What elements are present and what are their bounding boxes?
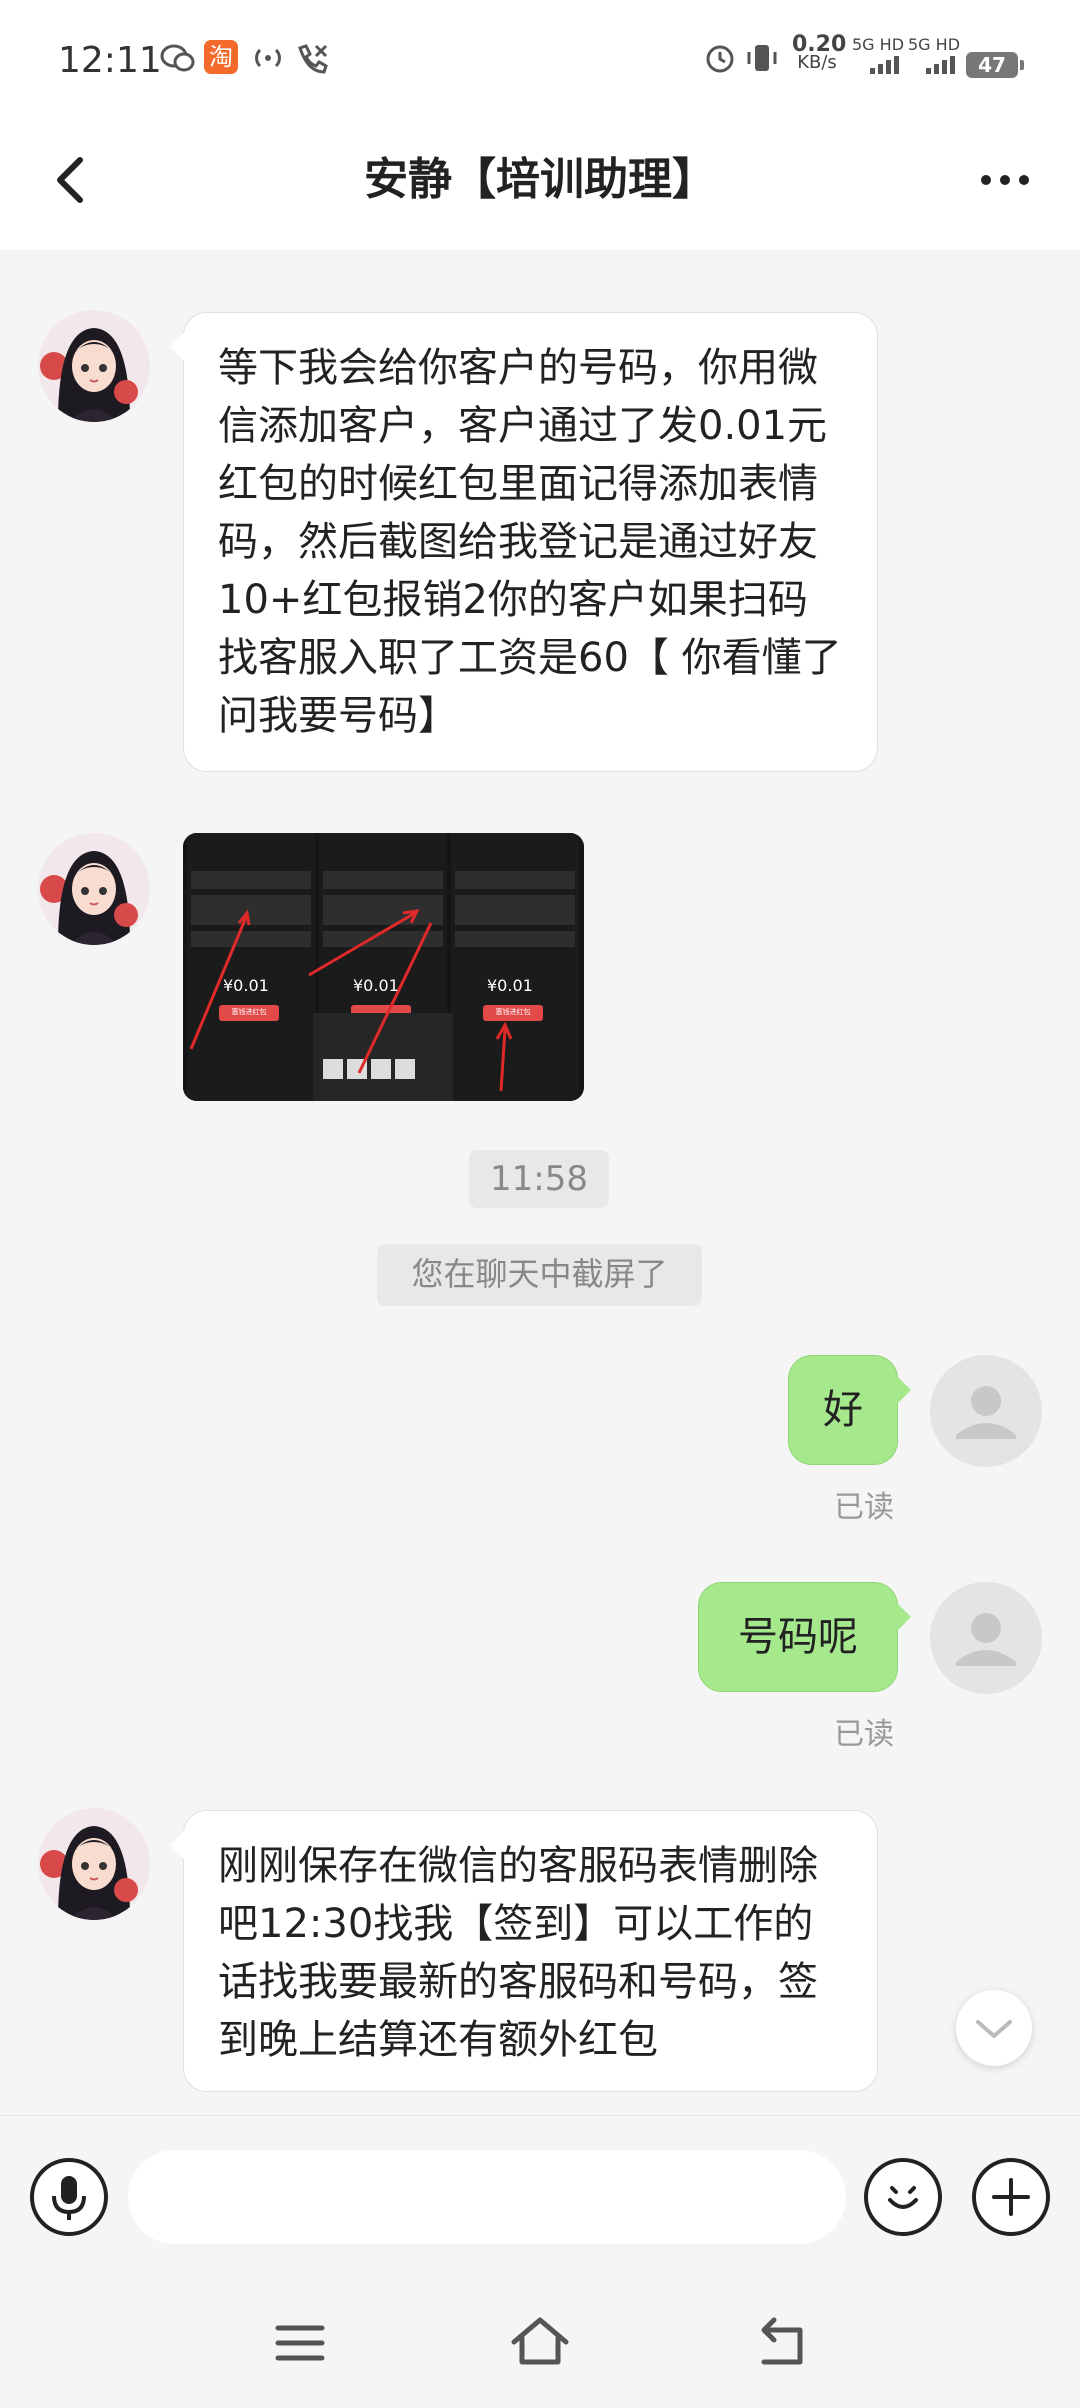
net-speed-unit: KB/s xyxy=(797,52,837,73)
chevron-down-icon xyxy=(976,2020,1012,2038)
plus-button[interactable] xyxy=(972,2158,1050,2236)
sim1-label: 5G HD xyxy=(852,35,905,54)
plus-icon xyxy=(992,2178,1030,2216)
signal-icon xyxy=(926,56,955,74)
red-packet-button-label: 塞钱进红包 xyxy=(495,1008,531,1016)
message-text: 刚刚保存在微信的客服码表情删除吧12:30找我【签到】可以工作的话找我要最新的客… xyxy=(218,1843,818,2063)
user-avatar-icon[interactable] xyxy=(930,1355,1042,1467)
chat-title: 安静【培训助理】 xyxy=(364,154,716,205)
home-icon[interactable] xyxy=(508,2312,572,2370)
back-icon[interactable] xyxy=(752,2314,812,2370)
message-text: 号码呢 xyxy=(738,1614,858,1660)
voice-button[interactable] xyxy=(30,2158,108,2236)
time-divider: 11:58 xyxy=(469,1150,609,1208)
amount-label-1: ¥0.01 xyxy=(223,976,269,995)
scroll-to-bottom-button[interactable] xyxy=(956,1990,1032,2066)
taobao-icon: 淘 xyxy=(204,40,238,74)
message-input[interactable] xyxy=(128,2150,846,2244)
menu-icon[interactable] xyxy=(272,2318,328,2368)
message-text: 等下我会给你客户的号码，你用微信添加客户，客户通过了发0.01元红包的时候红包里… xyxy=(218,345,842,739)
amount-label-3: ¥0.01 xyxy=(487,976,533,995)
status-time: 12:11 xyxy=(58,40,162,81)
amount-label-2: ¥0.01 xyxy=(353,976,399,995)
alarm-icon xyxy=(706,45,734,73)
missed-call-icon xyxy=(298,44,328,74)
message-text: 好 xyxy=(823,1387,863,1433)
contact-avatar[interactable] xyxy=(38,1808,150,1920)
image-message[interactable]: ¥0.01 ¥0.01 ¥0.01 塞钱进红包 塞钱进红包 xyxy=(183,833,584,1101)
emoji-button[interactable] xyxy=(864,2158,942,2236)
incoming-message-bubble[interactable]: 刚刚保存在微信的客服码表情删除吧12:30找我【签到】可以工作的话找我要最新的客… xyxy=(170,1810,878,2092)
read-status: 已读 xyxy=(834,1490,894,1525)
incoming-message-bubble[interactable]: 等下我会给你客户的号码，你用微信添加客户，客户通过了发0.01元红包的时候红包里… xyxy=(170,312,878,772)
user-avatar-icon[interactable] xyxy=(930,1582,1042,1694)
battery-indicator: 47 xyxy=(966,52,1024,78)
screenshot-thumbnail xyxy=(183,833,584,1101)
sim2-label: 5G HD xyxy=(908,35,961,54)
emoji-icon xyxy=(888,2186,918,2209)
contact-avatar[interactable] xyxy=(38,310,150,422)
read-status: 已读 xyxy=(834,1717,894,1752)
vibrate-icon xyxy=(747,45,777,71)
signal-icon xyxy=(870,56,899,74)
outgoing-message-bubble[interactable]: 好 xyxy=(788,1355,911,1465)
outgoing-message-bubble[interactable]: 号码呢 xyxy=(698,1582,911,1692)
contact-avatar[interactable] xyxy=(38,833,150,945)
more-dots-icon[interactable] xyxy=(970,150,1040,210)
red-packet-button-label: 塞钱进红包 xyxy=(231,1008,267,1016)
screenshot-notice: 您在聊天中截屏了 xyxy=(377,1244,702,1306)
wechat-icon xyxy=(160,44,195,72)
hotspot-icon xyxy=(255,48,281,68)
microphone-icon xyxy=(52,2176,86,2220)
